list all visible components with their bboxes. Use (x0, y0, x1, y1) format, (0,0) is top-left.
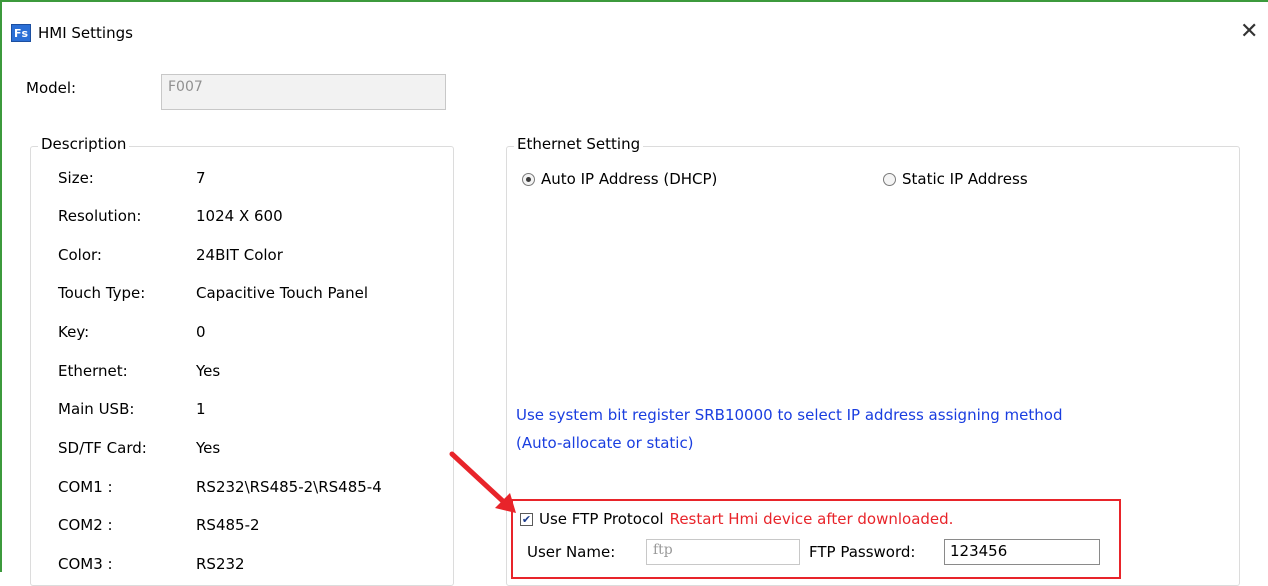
ethernet-legend: Ethernet Setting (514, 135, 644, 153)
radio-selected-icon (522, 172, 535, 186)
app-icon: Fs (11, 24, 31, 42)
desc-label-color: Color: (58, 246, 102, 264)
desc-label-resolution: Resolution: (58, 207, 142, 225)
ip-method-info-line1: Use system bit register SRB10000 to sele… (516, 406, 1063, 424)
title-bar (2, 2, 1268, 36)
checkbox-checked-icon[interactable]: ✔ (520, 512, 533, 526)
window-border-left (0, 0, 2, 572)
desc-value-size: 7 (196, 169, 206, 187)
desc-label-com1: COM1 : (58, 478, 113, 496)
ftp-protocol-label: Use FTP Protocol (539, 510, 664, 528)
desc-value-resolution: 1024 X 600 (196, 207, 283, 225)
desc-label-size: Size: (58, 169, 94, 187)
desc-label-com3: COM3 : (58, 555, 113, 573)
description-legend: Description (38, 135, 130, 153)
desc-value-com2: RS485-2 (196, 516, 260, 534)
static-ip-radio[interactable]: Static IP Address (883, 170, 1028, 188)
ftp-password-input[interactable]: 123456 (944, 539, 1100, 565)
desc-label-key: Key: (58, 323, 90, 341)
ftp-protocol-checkbox-row[interactable]: ✔ Use FTP Protocol Restart Hmi device af… (520, 510, 953, 528)
desc-value-main-usb: 1 (196, 400, 206, 418)
desc-value-key: 0 (196, 323, 206, 341)
desc-value-com3: RS232 (196, 555, 245, 573)
desc-value-ethernet: Yes (196, 362, 221, 380)
model-label: Model: (26, 79, 77, 97)
auto-ip-radio[interactable]: Auto IP Address (DHCP) (522, 170, 717, 188)
close-icon[interactable]: ✕ (1240, 20, 1258, 44)
model-field: F007 (161, 74, 446, 110)
desc-label-sd-card: SD/TF Card: (58, 439, 147, 457)
desc-label-ethernet: Ethernet: (58, 362, 128, 380)
ftp-user-name-input[interactable]: ftp (646, 539, 800, 565)
ftp-user-name-label: User Name: (527, 543, 616, 561)
static-ip-label: Static IP Address (902, 170, 1028, 188)
desc-value-touch-type: Capacitive Touch Panel (196, 284, 369, 302)
ip-method-info-line2: (Auto-allocate or static) (516, 434, 694, 452)
desc-label-main-usb: Main USB: (58, 400, 135, 418)
ip-method-info: Use system bit register SRB10000 to sele… (516, 401, 1062, 457)
radio-unselected-icon (883, 172, 896, 186)
desc-value-com1: RS232\RS485-2\RS485-4 (196, 478, 382, 496)
desc-label-touch-type: Touch Type: (58, 284, 146, 302)
restart-note: Restart Hmi device after downloaded. (669, 510, 954, 528)
desc-value-sd-card: Yes (196, 439, 221, 457)
window-title: HMI Settings (38, 24, 133, 42)
desc-value-color: 24BIT Color (196, 246, 283, 264)
ftp-password-label: FTP Password: (809, 543, 916, 561)
auto-ip-label: Auto IP Address (DHCP) (541, 170, 718, 188)
desc-label-com2: COM2 : (58, 516, 113, 534)
